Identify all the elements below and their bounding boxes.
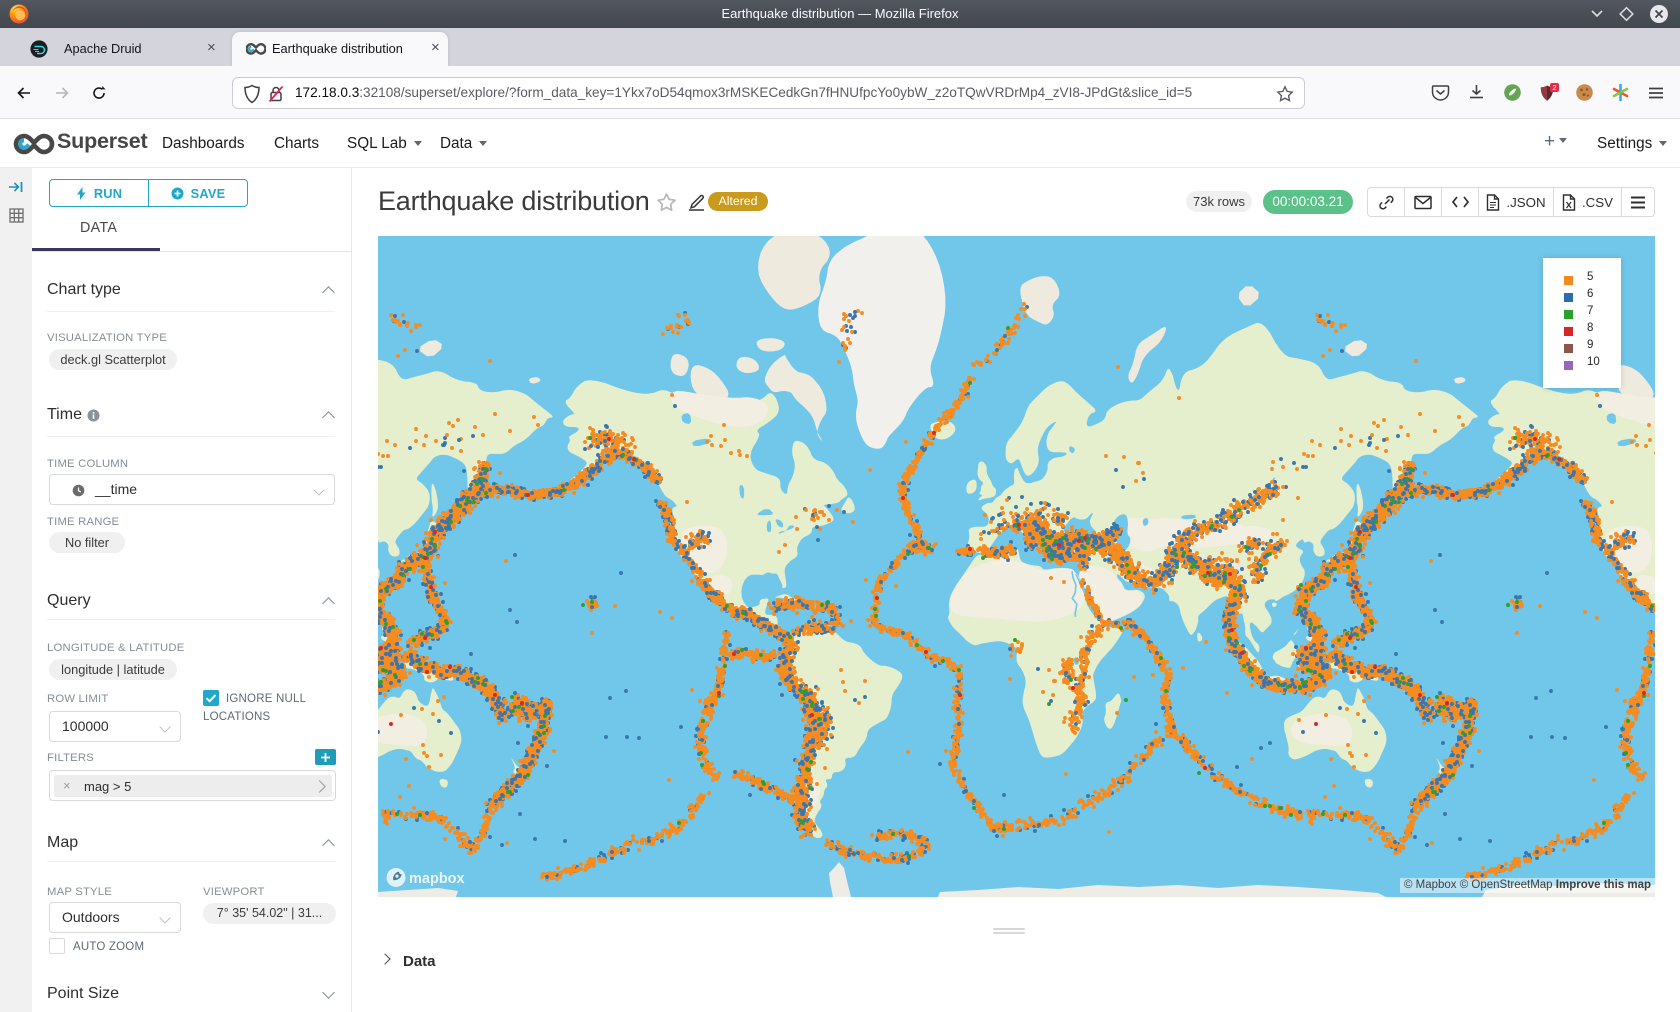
svg-text:2: 2 xyxy=(1552,83,1556,92)
svg-text:mapbox: mapbox xyxy=(409,871,465,887)
